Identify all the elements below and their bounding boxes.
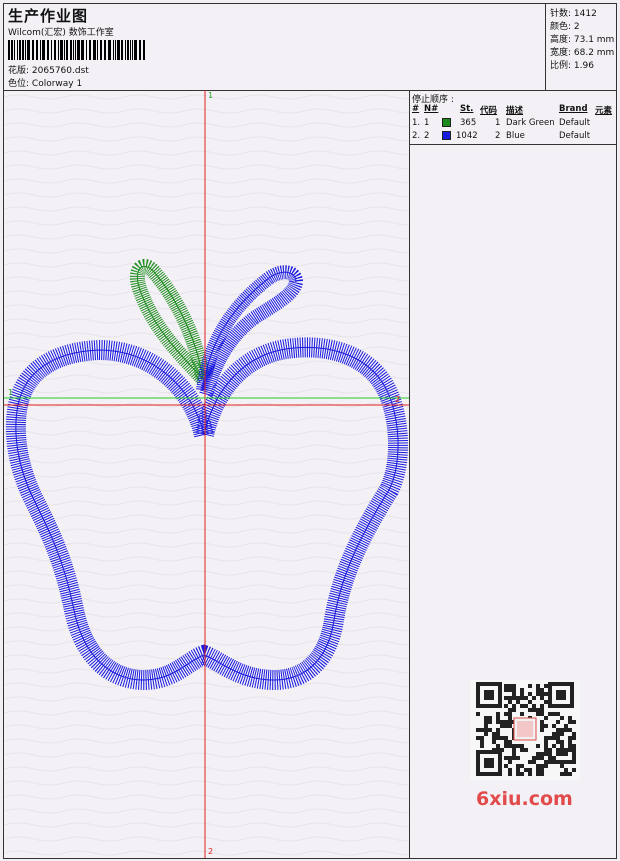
sheet-header: 生产作业图 Wilcom(汇宏) 数饰工作室 花版: 2065760.dst 色… [4,4,616,91]
colorway-value: Colorway 1 [31,79,83,89]
row-description: Blue [506,131,525,141]
design-height: 高度: 73.1 mm [550,35,615,45]
row-index: 1. [412,118,421,128]
row-needle: 1 [424,118,430,128]
design-width: 宽度: 68.2 mm [550,48,615,58]
col-description: 描述 [506,106,524,116]
design-specs: 针数: 1412 颜色: 2 高度: 73.1 mm 宽度: 68.2 mm 比… [545,4,617,90]
row-index: 2. [412,131,421,141]
design-file-value: 2065760.dst [31,66,89,76]
design-file-line: 花版: 2065760.dst [8,63,89,76]
color-swatch [442,131,451,140]
colorway-label: 色位: [8,79,30,89]
design-scale: 比例: 1.96 [550,61,594,71]
page-title: 生产作业图 [8,7,89,25]
col-element: 元素 [595,106,613,116]
row-needle: 2 [424,131,430,141]
studio-subtitle: Wilcom(汇宏) 数饰工作室 [8,28,114,38]
design-file-label: 花版: [8,66,30,76]
embroidery-drawing [4,90,409,858]
horizontal-axis-end-label: 2 [395,395,401,404]
row-brand: Default [559,118,591,128]
watermark-logo: 6xiu.com [476,788,573,810]
panel-divider [410,144,616,145]
col-needle: N# [424,104,439,114]
col-brand: Brand [559,104,588,114]
design-canvas: 1 2 1 2 [4,90,410,858]
stitch-count: 针数: 1412 [550,9,597,19]
row-code: 2 [495,131,501,141]
qr-code [470,680,580,780]
row-description: Dark Green [506,118,555,128]
row-stitches: 1042 [456,131,478,141]
col-index: # [412,104,420,114]
color-count: 颜色: 2 [550,22,580,32]
colorway-line: 色位: Colorway 1 [8,76,82,89]
vertical-axis-end-label: 2 [208,847,214,856]
row-brand: Default [559,131,591,141]
color-swatch [442,118,451,127]
row-code: 1 [495,118,501,128]
vertical-axis-start-label: 1 [208,91,214,100]
col-code: 代码 [480,106,498,116]
row-stitches: 365 [460,118,477,128]
col-stitches: St. [460,104,474,114]
barcode [8,40,145,60]
horizontal-axis-start-label: 1 [8,388,14,397]
